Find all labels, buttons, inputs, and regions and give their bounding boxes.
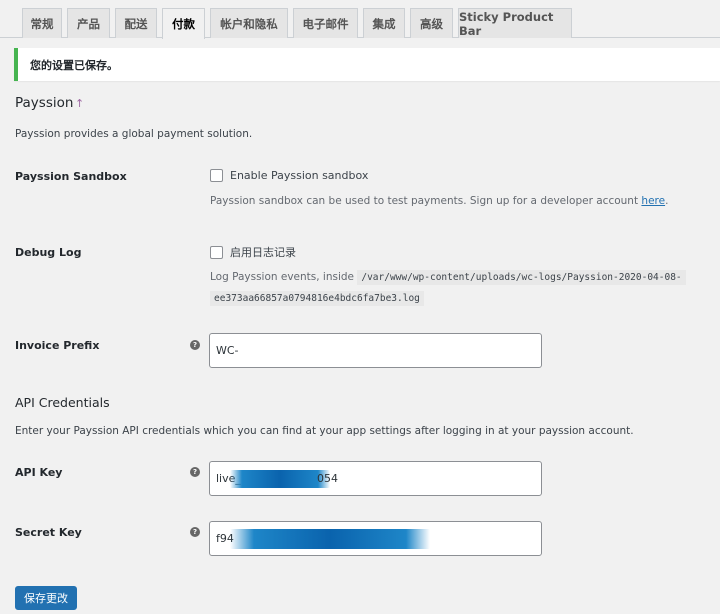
tab-advanced[interactable]: 高级 [410,8,453,38]
secret-key-input[interactable]: f94 [209,521,542,556]
tab-shipping[interactable]: 配送 [115,8,157,38]
log-path-line1: /var/www/wp-content/uploads/wc-logs/Pays… [357,270,686,285]
debug-help-text: Log Payssion events, inside [210,271,358,283]
sandbox-help: Payssion sandbox can be used to test pay… [210,191,668,211]
settings-saved-notice: 您的设置已保存。 [14,48,720,81]
api-key-suffix: 054 [317,472,338,485]
sandbox-checkbox-row[interactable]: Enable Payssion sandbox [210,169,368,182]
tab-sticky-product-bar[interactable]: Sticky Product Bar [458,8,572,38]
sandbox-label: Payssion Sandbox [15,170,127,183]
api-key-input[interactable]: live_ 054 [209,461,542,496]
tab-emails[interactable]: 电子邮件 [293,8,358,38]
help-tip-icon[interactable]: ? [190,467,200,477]
sandbox-checkbox-label[interactable]: Enable Payssion sandbox [230,169,368,182]
invoice-prefix-value: WC- [216,344,239,357]
sandbox-checkbox[interactable] [210,169,223,182]
help-tip-icon[interactable]: ? [190,340,200,350]
settings-tabs: 常规 产品 配送 付款 帐户和隐私 电子邮件 集成 高级 Sticky Prod… [0,0,720,39]
tab-integration[interactable]: 集成 [363,8,405,38]
help-tip-icon[interactable]: ? [190,527,200,537]
sandbox-help-suffix: . [665,195,669,207]
invoice-prefix-label: Invoice Prefix [15,339,100,352]
tab-general[interactable]: 常规 [22,8,62,38]
tab-accounts-privacy[interactable]: 帐户和隐私 [210,8,288,38]
debug-checkbox-row[interactable]: 启用日志记录 [210,244,296,260]
debug-log-label: Debug Log [15,246,82,259]
api-credentials-description: Enter your Payssion API credentials whic… [15,425,634,437]
save-changes-button[interactable]: 保存更改 [15,586,77,610]
debug-checkbox[interactable] [210,245,223,259]
section-description: Payssion provides a global payment solut… [15,128,253,140]
redaction-mask [230,470,330,488]
tab-payments[interactable]: 付款 [162,8,205,39]
tab-products[interactable]: 产品 [67,8,110,38]
api-key-label: API Key [15,466,63,479]
log-path-line2: ee373aa66857a0794816e4bdc6fa7be3.log [210,291,424,306]
api-credentials-title: API Credentials [15,395,110,410]
sandbox-help-text: Payssion sandbox can be used to test pay… [210,195,642,207]
debug-help: Log Payssion events, inside /var/www/wp-… [210,267,700,309]
notice-text: 您的设置已保存。 [30,58,118,72]
section-title: Payssion [15,95,74,111]
debug-checkbox-label[interactable]: 启用日志记录 [230,244,296,260]
sandbox-signup-link[interactable]: here [641,195,665,207]
secret-key-label: Secret Key [15,526,82,539]
redaction-mask [230,529,430,549]
invoice-prefix-input[interactable]: WC- [209,333,542,368]
external-link-icon[interactable]: ↑ [75,97,84,110]
